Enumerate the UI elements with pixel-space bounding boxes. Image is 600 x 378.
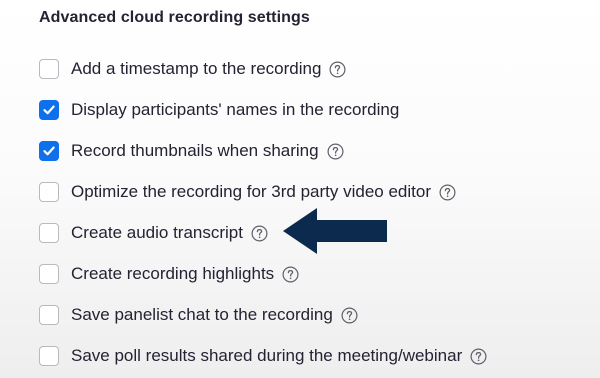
help-icon[interactable] xyxy=(251,224,268,242)
option-record-thumbnails[interactable]: Record thumbnails when sharing xyxy=(39,138,344,164)
checkbox[interactable] xyxy=(39,346,59,366)
help-icon[interactable] xyxy=(470,347,487,365)
checkbox[interactable] xyxy=(39,182,59,202)
option-label: Save poll results shared during the meet… xyxy=(71,346,463,365)
advanced-recording-settings-panel: Advanced cloud recording settings Add a … xyxy=(0,0,600,378)
option-add-timestamp[interactable]: Add a timestamp to the recording xyxy=(39,56,346,82)
checkbox[interactable] xyxy=(39,223,59,243)
option-label: Optimize the recording for 3rd party vid… xyxy=(71,182,432,201)
option-create-audio-transcript[interactable]: Create audio transcript xyxy=(39,220,268,246)
option-label: Create audio transcript xyxy=(71,223,243,242)
section-title: Advanced cloud recording settings xyxy=(39,9,310,26)
checkmark-icon xyxy=(43,105,55,115)
option-save-panelist-chat[interactable]: Save panelist chat to the recording xyxy=(39,302,358,328)
help-icon[interactable] xyxy=(329,60,346,78)
checkbox[interactable] xyxy=(39,100,59,120)
checkbox[interactable] xyxy=(39,264,59,284)
help-icon[interactable] xyxy=(327,142,344,160)
option-label: Save panelist chat to the recording xyxy=(71,305,333,324)
checkmark-icon xyxy=(43,146,55,156)
help-icon[interactable] xyxy=(282,265,299,283)
option-label: Record thumbnails when sharing xyxy=(71,141,319,160)
option-save-poll-results[interactable]: Save poll results shared during the meet… xyxy=(39,343,487,369)
help-icon[interactable] xyxy=(341,306,358,324)
checkbox[interactable] xyxy=(39,305,59,325)
checkbox[interactable] xyxy=(39,59,59,79)
option-label: Display participants' names in the recor… xyxy=(71,100,400,119)
checkbox[interactable] xyxy=(39,141,59,161)
option-create-recording-highlights[interactable]: Create recording highlights xyxy=(39,261,299,287)
option-label: Add a timestamp to the recording xyxy=(71,59,322,78)
help-icon[interactable] xyxy=(439,183,456,201)
option-optimize-third-party-editor[interactable]: Optimize the recording for 3rd party vid… xyxy=(39,179,456,205)
option-display-participant-names[interactable]: Display participants' names in the recor… xyxy=(39,97,399,123)
option-label: Create recording highlights xyxy=(71,264,275,283)
arrow-left-icon xyxy=(283,208,387,254)
